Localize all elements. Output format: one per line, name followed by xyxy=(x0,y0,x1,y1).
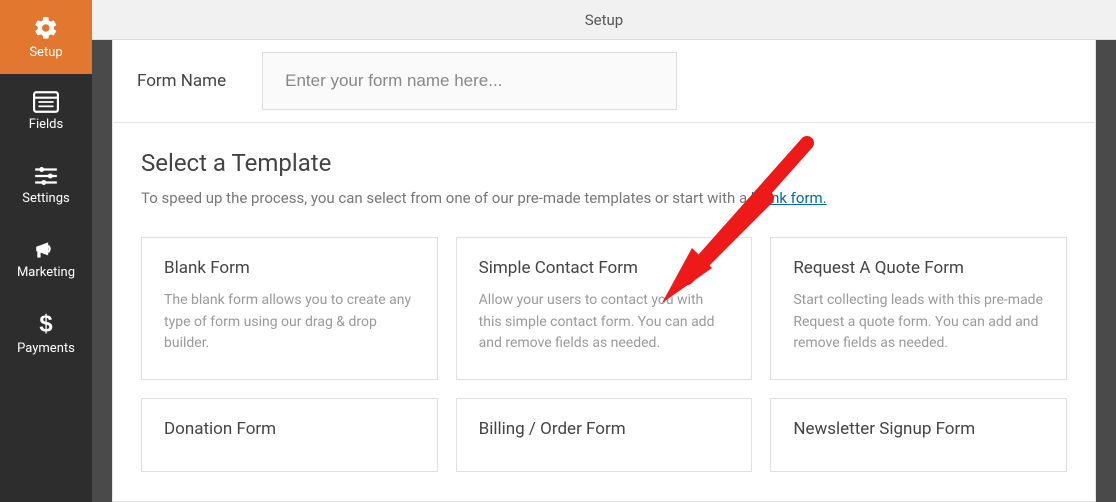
template-card-donation[interactable]: Donation Form xyxy=(141,398,438,472)
app-root: Setup Fields Settings Marketing $ Paymen… xyxy=(0,0,1116,502)
template-card-simple-contact[interactable]: Simple Contact Form Allow your users to … xyxy=(456,237,753,380)
template-title: Blank Form xyxy=(164,258,415,278)
sidebar-item-marketing[interactable]: Marketing xyxy=(0,222,92,296)
sidebar-item-settings[interactable]: Settings xyxy=(0,148,92,222)
form-name-input[interactable] xyxy=(262,52,677,110)
gear-icon xyxy=(33,15,59,41)
bullhorn-icon xyxy=(33,239,59,261)
template-intro-text: To speed up the process, you can select … xyxy=(141,189,751,207)
sidebar-item-label: Setup xyxy=(29,45,62,60)
sidebar-item-label: Settings xyxy=(22,191,69,206)
list-icon xyxy=(33,91,59,113)
template-card-request-quote[interactable]: Request A Quote Form Start collecting le… xyxy=(770,237,1067,380)
dollar-icon: $ xyxy=(36,311,56,337)
sidebar: Setup Fields Settings Marketing $ Paymen… xyxy=(0,0,92,502)
template-title: Newsletter Signup Form xyxy=(793,419,1044,439)
template-desc: The blank form allows you to create any … xyxy=(164,290,415,355)
template-title: Request A Quote Form xyxy=(793,258,1044,278)
template-section: Select a Template To speed up the proces… xyxy=(113,123,1095,472)
template-title: Simple Contact Form xyxy=(479,258,730,278)
template-desc: Allow your users to contact you with thi… xyxy=(479,290,730,355)
page-title: Setup xyxy=(585,11,623,29)
sliders-icon xyxy=(33,165,59,187)
template-title: Donation Form xyxy=(164,419,415,439)
form-name-label: Form Name xyxy=(131,71,226,91)
svg-text:$: $ xyxy=(39,311,52,337)
topbar: Setup xyxy=(92,0,1116,40)
template-card-newsletter[interactable]: Newsletter Signup Form xyxy=(770,398,1067,472)
content-wrap: Form Name Select a Template To speed up … xyxy=(92,40,1116,502)
sidebar-item-fields[interactable]: Fields xyxy=(0,74,92,148)
template-desc: Start collecting leads with this pre-mad… xyxy=(793,290,1044,355)
blank-form-link[interactable]: blank form. xyxy=(751,189,827,207)
sidebar-item-label: Marketing xyxy=(17,265,75,280)
main-column: Setup Form Name Select a Template To spe… xyxy=(92,0,1116,502)
template-intro: To speed up the process, you can select … xyxy=(141,189,1067,207)
sidebar-item-setup[interactable]: Setup xyxy=(0,0,92,74)
setup-panel: Form Name Select a Template To speed up … xyxy=(112,40,1096,502)
form-name-row: Form Name xyxy=(113,40,1095,123)
template-card-blank[interactable]: Blank Form The blank form allows you to … xyxy=(141,237,438,380)
template-card-billing[interactable]: Billing / Order Form xyxy=(456,398,753,472)
sidebar-item-label: Fields xyxy=(29,117,63,132)
template-title: Billing / Order Form xyxy=(479,419,730,439)
template-grid: Blank Form The blank form allows you to … xyxy=(141,237,1067,472)
sidebar-item-label: Payments xyxy=(17,341,75,356)
template-heading: Select a Template xyxy=(141,149,1067,177)
sidebar-item-payments[interactable]: $ Payments xyxy=(0,296,92,370)
